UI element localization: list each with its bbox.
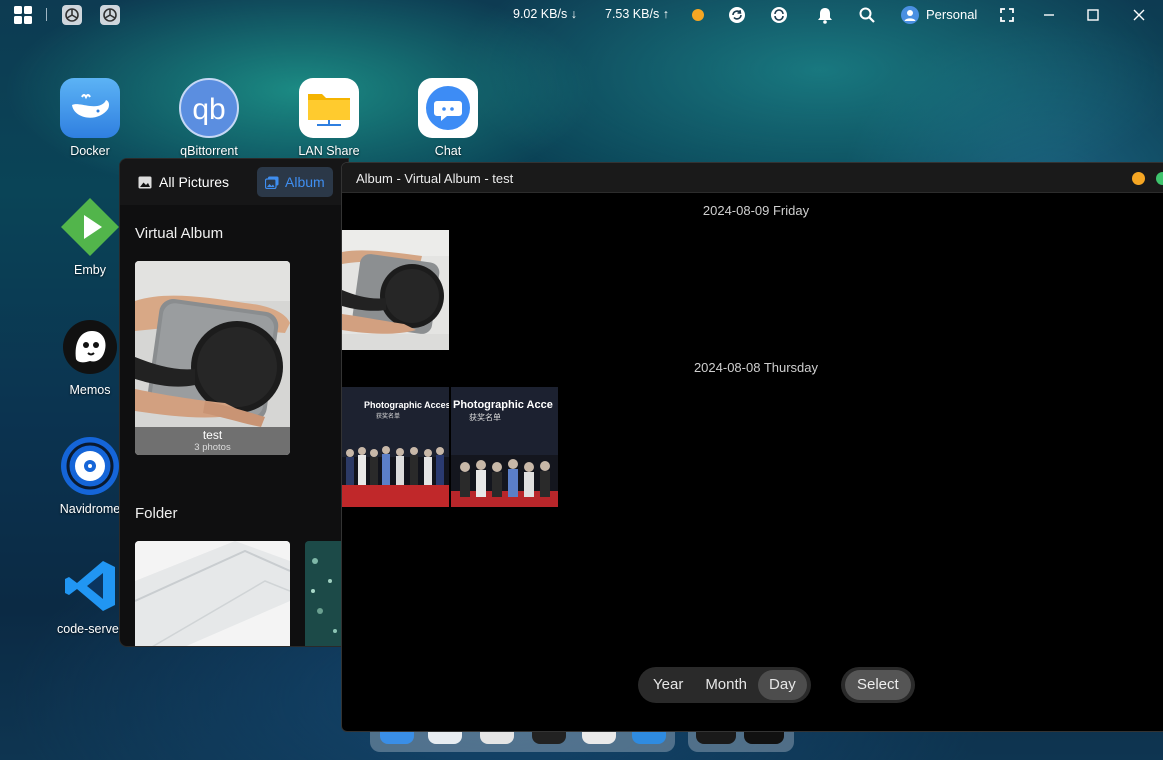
upload-speed: 7.53 KB/s ↑ [605,7,669,21]
album-name: test [202,428,223,442]
tab-all-pictures[interactable]: All Pictures [130,167,237,197]
date-header: 2024-08-09 Friday [702,203,810,218]
dock-window-thumb[interactable] [696,730,736,744]
minimize-icon[interactable] [1039,5,1059,25]
folder-title: Folder [135,505,178,522]
maximize-icon[interactable] [1083,5,1103,25]
tab-label: Album [285,174,325,190]
search-icon[interactable] [857,5,877,25]
divider [46,8,47,21]
photo-banner-text: Photographic Acce [453,399,553,411]
folder-cover-image [135,541,290,646]
tab-label: All Pictures [159,174,230,190]
desktop-icon-label: Chat [434,144,462,158]
photo-banner-text: Photographic Accessories [364,400,449,410]
navidrome-icon [60,436,120,496]
folder-share-icon [299,78,359,138]
svg-text:qb: qb [192,93,225,126]
dock-app-icon[interactable] [582,730,616,744]
running-app-icon[interactable] [100,5,120,25]
album-window: Album - Virtual Album - test 2024-08-09 … [341,162,1163,732]
top-bar: 9.02 KB/s ↓ 7.53 KB/s ↑ Personal [0,0,1163,30]
dock-app-icon[interactable] [380,730,414,744]
album-card-test[interactable]: test 3 photos [135,261,290,455]
dock-window-thumb[interactable] [744,730,784,744]
desktop-icon-docker[interactable]: Docker [40,78,140,158]
dock-app-icon[interactable] [428,730,462,744]
view-mode-day[interactable]: Day [758,670,807,700]
desktop-icon-label: LAN Share [298,144,360,158]
dock-app-icon[interactable] [632,730,666,744]
view-mode-switcher: Year Month Day [638,667,811,703]
select-button-label: Select [845,670,911,700]
qbittorrent-icon: qb [179,78,239,138]
virtual-album-title: Virtual Album [135,225,224,242]
running-app-icon[interactable] [62,5,82,25]
photo-thumbnail[interactable]: Photographic Acce 获奖名单 [451,387,558,507]
emby-icon [60,197,120,257]
desktop-icon-label: qBittorrent [180,144,238,158]
select-button[interactable]: Select [841,667,915,703]
download-arrow-icon: ↓ [570,7,577,21]
album-count: 3 photos [194,442,231,453]
desktop-icon-chat[interactable]: Chat [398,78,498,158]
backup-icon[interactable] [769,5,789,25]
dock-app-icon[interactable] [480,730,514,744]
photo-banner-subtitle: 获奖名单 [376,412,400,420]
status-dot-icon[interactable] [688,5,708,25]
app-grid-icon[interactable] [13,5,33,25]
sync-icon[interactable] [727,5,747,25]
view-mode-year[interactable]: Year [642,670,694,700]
folder-card[interactable] [135,541,290,646]
user-name[interactable]: Personal [926,7,977,22]
docker-icon [60,78,120,138]
user-avatar-icon[interactable] [900,5,920,25]
date-header: 2024-08-08 Thursday [693,360,819,375]
view-mode-month[interactable]: Month [694,670,758,700]
upload-arrow-icon: ↑ [662,7,669,21]
desktop-icon-label: Docker [70,144,110,158]
dock-app-icon[interactable] [532,730,566,744]
album-caption: test 3 photos [135,427,290,455]
photo-thumbnail[interactable] [342,230,449,350]
desktop-icon-lan-share[interactable]: LAN Share [279,78,379,158]
window-close-dot-icon[interactable] [1132,172,1145,185]
photo-banner-subtitle: 获奖名单 [469,412,501,422]
download-speed: 9.02 KB/s ↓ [513,7,577,21]
album-icon [265,176,279,189]
dock [370,730,675,752]
window-maximize-dot-icon[interactable] [1156,172,1163,185]
code-server-icon [60,556,120,616]
dock-windows [688,730,794,752]
chat-icon [418,78,478,138]
close-icon[interactable] [1129,5,1149,25]
photos-panel: All Pictures Album Virtual Album test 3 … [119,158,349,647]
tab-album[interactable]: Album [257,167,333,197]
photos-nav: All Pictures Album [120,159,348,205]
photo-thumbnail[interactable]: Photographic Accessories 获奖名单 [342,387,449,507]
album-cover-image [135,261,290,455]
memos-icon [60,317,120,377]
window-title: Album - Virtual Album - test [356,171,514,186]
window-titlebar[interactable]: Album - Virtual Album - test [342,163,1163,193]
image-icon [138,176,152,188]
fullscreen-icon[interactable] [997,5,1017,25]
bell-icon[interactable] [815,5,835,25]
desktop-icon-qbittorrent[interactable]: qb qBittorrent [159,78,259,158]
